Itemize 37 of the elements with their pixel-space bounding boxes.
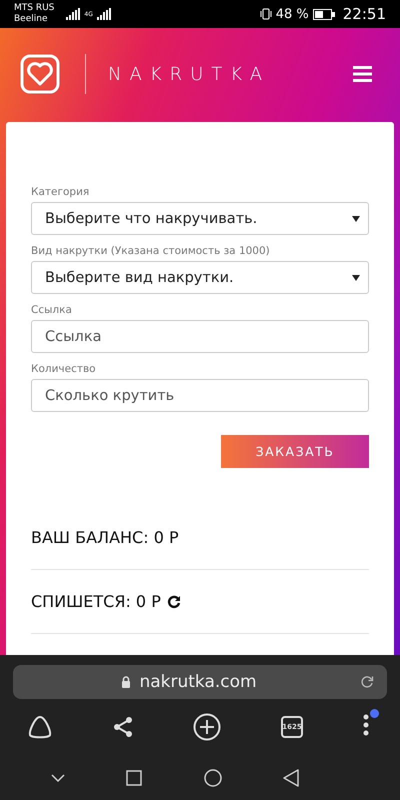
caret-icon [352,274,360,280]
reload-icon[interactable] [360,675,374,689]
share-icon[interactable] [113,716,133,738]
carrier-name: Beeline [14,14,48,25]
field-label: Количество [31,363,97,375]
back-icon[interactable] [283,768,300,786]
address-bar[interactable]: nakrutka.com [13,665,387,699]
recents-icon[interactable] [126,770,142,786]
signal-icon [96,8,111,20]
input-field[interactable]: Ссылка [31,320,369,353]
field-label: Категория [31,186,90,198]
battery-percent: 48 % [276,6,309,22]
heart-logo-icon[interactable] [20,54,60,94]
new-tab-icon[interactable] [193,713,221,741]
field-label: Вид накрутки (Указана стоимость за 1000) [31,245,271,257]
signal-icon [66,8,80,20]
carrier-name: MTS RUS [14,3,54,14]
charge-text: СПИШЕТСЯ: 0 Р [31,592,161,611]
order-button[interactable]: ЗАКАЗАТЬ [221,435,369,468]
clock: 22:51 [342,5,386,23]
url-text: nakrutka.com [139,672,257,692]
field-label: Ссылка [31,304,73,316]
input-field[interactable]: Сколько крутить [31,379,369,412]
refresh-icon[interactable] [166,594,181,608]
home-icon[interactable] [204,768,222,786]
assistant-icon[interactable] [27,715,53,739]
more-icon[interactable] [363,714,369,736]
chevron-down-icon[interactable] [50,774,65,782]
site-brand: NAKRUTKA [108,64,270,84]
caret-icon [352,216,360,222]
menu-icon[interactable] [353,66,372,82]
lock-icon [121,676,132,688]
dropdown[interactable]: Выберите что накручивать. [31,202,369,235]
battery-icon [312,8,335,20]
vibrate-icon [260,8,272,20]
dropdown[interactable]: Выберите вид накрутки. [31,261,369,294]
balance-text: ВАШ БАЛАНС: 0 Р [31,528,180,547]
